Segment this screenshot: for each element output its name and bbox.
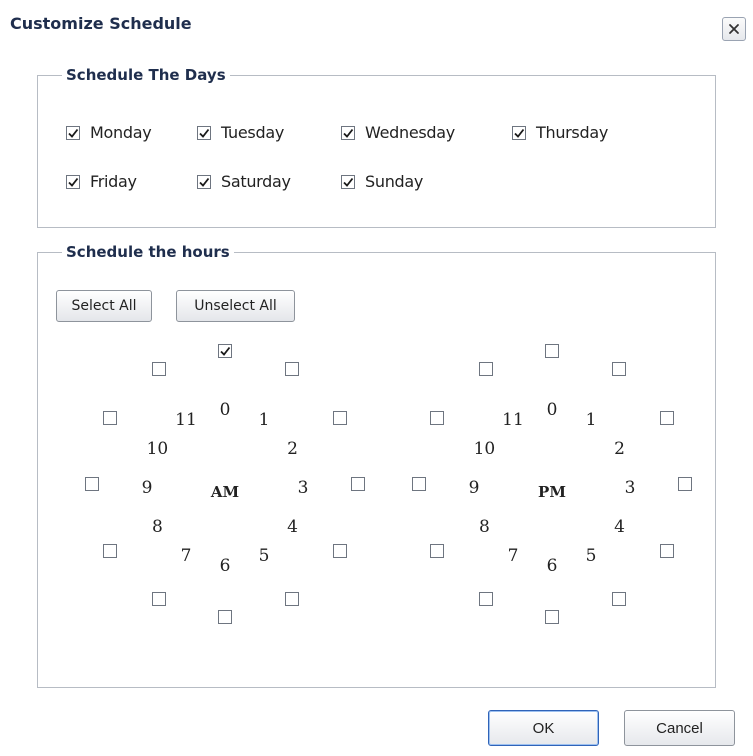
- schedule-days-legend: Schedule The Days: [66, 66, 226, 84]
- hour-checkbox-am-10[interactable]: [102, 410, 117, 425]
- friday-checkbox[interactable]: [66, 174, 80, 189]
- close-button[interactable]: [722, 17, 746, 41]
- hour-number: 10: [146, 439, 169, 459]
- title-bar: Customize Schedule: [0, 0, 753, 52]
- checkmark-icon: [220, 346, 231, 356]
- hour-number: 0: [546, 400, 558, 420]
- hour-checkbox-pm-7[interactable]: [478, 592, 493, 607]
- hour-checkbox-pm-1[interactable]: [611, 361, 626, 376]
- hour-number: 7: [507, 545, 519, 566]
- thursday-checkbox[interactable]: [512, 125, 526, 140]
- checkmark-icon: [199, 128, 210, 138]
- checkmark-icon: [68, 177, 79, 187]
- hour-checkbox-am-0[interactable]: [218, 344, 232, 358]
- day-label: Thursday: [536, 123, 608, 142]
- hour-number: 4: [614, 517, 625, 537]
- hour-checkbox-pm-3[interactable]: [678, 477, 692, 491]
- hour-checkbox-am-3[interactable]: [351, 477, 365, 491]
- hour-number: 7: [180, 545, 192, 566]
- hour-checkbox-pm-0[interactable]: [545, 344, 559, 358]
- hour-checkbox-am-7[interactable]: [151, 592, 166, 607]
- day-label: Wednesday: [365, 123, 455, 142]
- schedule-days-group: Schedule The Days: [37, 66, 716, 228]
- day-wednesday[interactable]: Wednesday: [341, 123, 455, 142]
- hour-number: 1: [258, 410, 270, 431]
- hour-number: 8: [152, 517, 163, 537]
- day-friday[interactable]: Friday: [66, 172, 137, 191]
- period-label-pm: PM: [538, 483, 566, 501]
- dialog-title: Customize Schedule: [10, 14, 192, 33]
- day-tuesday[interactable]: Tuesday: [197, 123, 284, 142]
- hour-number: 0: [219, 400, 231, 420]
- hour-number: 3: [624, 478, 636, 498]
- hour-number: 1: [585, 410, 597, 431]
- checkmark-icon: [343, 128, 354, 138]
- hour-checkbox-am-11[interactable]: [151, 361, 166, 376]
- day-label: Sunday: [365, 172, 424, 191]
- hour-checkbox-pm-2[interactable]: [660, 410, 675, 425]
- select-all-button[interactable]: Select All: [56, 290, 152, 322]
- day-sunday[interactable]: Sunday: [341, 172, 423, 191]
- day-label: Monday: [90, 123, 152, 142]
- checkmark-icon: [199, 177, 210, 187]
- customize-schedule-dialog: Customize Schedule Schedule The Days Mon…: [0, 0, 753, 756]
- monday-checkbox[interactable]: [66, 125, 80, 140]
- hour-number: 9: [141, 478, 153, 498]
- unselect-all-button[interactable]: Unselect All: [176, 290, 295, 322]
- hour-number: 4: [287, 517, 298, 537]
- hour-checkbox-pm-5[interactable]: [611, 592, 626, 607]
- hour-checkbox-am-4[interactable]: [333, 543, 348, 558]
- hour-number: 11: [175, 410, 197, 431]
- day-label: Saturday: [221, 172, 291, 191]
- hour-checkbox-am-6[interactable]: [218, 610, 232, 624]
- hour-checkbox-pm-9[interactable]: [412, 477, 426, 491]
- day-saturday[interactable]: Saturday: [197, 172, 291, 191]
- period-label-am: AM: [210, 483, 240, 501]
- hour-number: 3: [297, 478, 309, 498]
- day-label: Tuesday: [221, 123, 284, 142]
- day-monday[interactable]: Monday: [66, 123, 152, 142]
- hour-checkbox-am-9[interactable]: [85, 477, 99, 491]
- hour-number: 6: [546, 556, 558, 576]
- day-thursday[interactable]: Thursday: [512, 123, 608, 142]
- hour-checkbox-pm-4[interactable]: [660, 543, 675, 558]
- checkmark-icon: [343, 177, 354, 187]
- checkmark-icon: [68, 128, 79, 138]
- hour-checkbox-am-5[interactable]: [284, 592, 299, 607]
- checkmark-icon: [514, 128, 525, 138]
- tuesday-checkbox[interactable]: [197, 125, 211, 140]
- wednesday-checkbox[interactable]: [341, 125, 355, 140]
- hour-number: 9: [468, 478, 480, 498]
- hour-number: 10: [473, 439, 496, 459]
- hour-checkbox-pm-11[interactable]: [478, 361, 493, 376]
- ok-button[interactable]: OK: [488, 710, 599, 746]
- close-icon: [729, 24, 739, 34]
- hour-number: 5: [585, 545, 597, 566]
- day-label: Friday: [90, 172, 137, 191]
- hour-number: 11: [502, 410, 524, 431]
- hour-number: 8: [479, 517, 490, 537]
- hour-number: 6: [219, 556, 231, 576]
- hour-number: 2: [614, 439, 625, 459]
- sunday-checkbox[interactable]: [341, 174, 355, 189]
- hour-checkbox-pm-6[interactable]: [545, 610, 559, 624]
- hour-checkbox-am-1[interactable]: [284, 361, 299, 376]
- schedule-hours-legend: Schedule the hours: [66, 243, 230, 261]
- hour-checkbox-am-8[interactable]: [102, 543, 117, 558]
- hour-checkbox-am-2[interactable]: [333, 410, 348, 425]
- saturday-checkbox[interactable]: [197, 174, 211, 189]
- hour-number: 2: [287, 439, 298, 459]
- hour-checkbox-pm-8[interactable]: [429, 543, 444, 558]
- hour-number: 5: [258, 545, 270, 566]
- hour-checkbox-pm-10[interactable]: [429, 410, 444, 425]
- cancel-button[interactable]: Cancel: [624, 710, 735, 746]
